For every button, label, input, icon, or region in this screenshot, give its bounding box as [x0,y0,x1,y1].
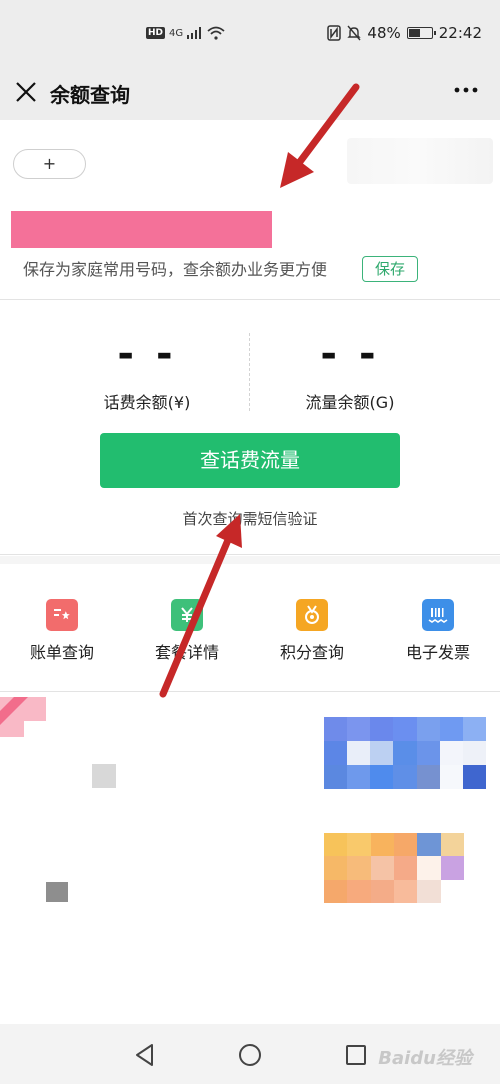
clock: 22:42 [438,24,482,42]
battery-icon [406,27,436,39]
save-hint: 保存为家庭常用号码，查余额办业务更方便 [23,260,328,279]
home-icon[interactable] [237,1042,263,1068]
section-gap [0,556,500,564]
watermark: Baidu经验 [378,1048,472,1069]
phone-section: + 保存为家庭常用号码，查余额办业务更方便 保存 [0,120,500,300]
back-icon[interactable] [132,1042,158,1068]
page-title: 余额查询 [50,83,130,107]
balance-section: - - 话费余额(¥) - - 流量余额(G) 查话费流量 首次查询需短信验证 [0,301,500,555]
status-left: HD 4G [146,26,225,40]
phone-number-redacted [11,211,272,248]
close-icon[interactable] [12,78,40,106]
more-icon[interactable] [454,78,478,108]
status-right: 48% 22:42 [327,24,482,42]
sms-verification-note: 首次查询需短信验证 [182,510,318,528]
shortcut-label: 账单查询 [29,643,94,662]
hd-badge: HD [146,27,166,39]
mute-icon [347,25,362,41]
blurred-hint [347,138,493,184]
bill-icon [46,599,78,631]
package-icon [171,599,203,631]
add-number-button[interactable]: + [13,149,86,179]
promo-list [0,693,500,933]
promo-image-2[interactable] [324,833,464,903]
shortcut-points[interactable]: 积分查询 [262,599,362,663]
promo-corner-badge [0,697,46,737]
shortcut-bill[interactable]: 账单查询 [12,599,112,663]
shortcut-grid: 账单查询 套餐详情 积分查询 电子发票 [0,564,500,692]
call-balance: - - 话费余额(¥) [47,333,247,413]
signal-icon [187,27,202,39]
wifi-icon [207,26,225,40]
promo-image-1[interactable] [324,717,486,789]
battery-percent: 48% [367,24,401,42]
save-button[interactable]: 保存 [362,256,418,282]
promo-thumb-blur [92,764,116,788]
data-balance-label: 流量余额(G) [305,393,395,412]
data-balance: - - 流量余额(G) [250,333,450,413]
data-balance-value: - - [320,331,380,377]
call-balance-label: 话费余额(¥) [103,393,191,412]
system-nav-bar: Baidu经验 [0,1024,500,1084]
invoice-icon [422,599,454,631]
promo-thumb-blur-2 [46,882,68,902]
shortcut-invoice[interactable]: 电子发票 [388,599,488,663]
recents-icon[interactable] [343,1042,369,1068]
title-bar: 余额查询 [0,70,500,120]
shortcut-label: 电子发票 [405,643,470,662]
shortcut-package[interactable]: 套餐详情 [137,599,237,663]
call-balance-value: - - [117,331,177,377]
status-bar: HD 4G 48% 22:42 [0,0,500,70]
nfc-icon [327,25,342,41]
medal-icon [296,599,328,631]
signal-label: 4G [169,27,184,39]
query-balance-button[interactable]: 查话费流量 [100,433,400,488]
shortcut-label: 积分查询 [279,643,344,662]
shortcut-label: 套餐详情 [154,643,219,662]
